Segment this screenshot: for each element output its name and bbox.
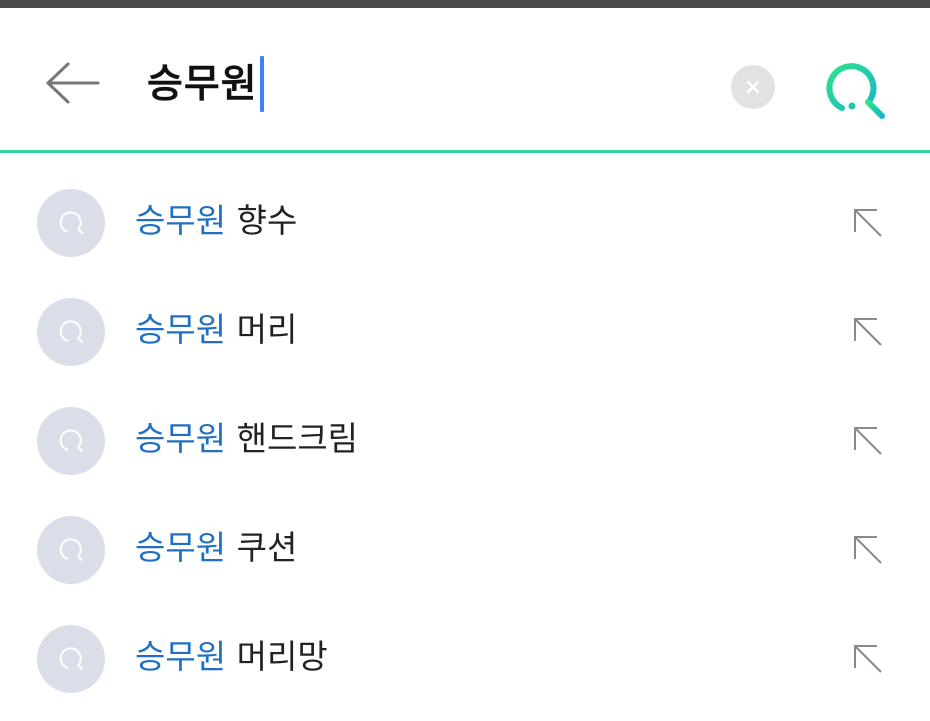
arrow-left-icon xyxy=(46,62,100,104)
suggestion-item[interactable]: 승무원 핸드크림 xyxy=(0,386,930,495)
suggestion-rest-text: 쿠션 xyxy=(236,528,298,567)
arrow-up-left-icon[interactable] xyxy=(845,200,891,246)
arrow-up-left-icon[interactable] xyxy=(845,309,891,355)
search-history-icon xyxy=(37,298,105,366)
suggestion-rest-text: 머리 xyxy=(236,310,298,349)
search-history-icon xyxy=(37,189,105,257)
suggestion-item[interactable]: 승무원 쿠션 xyxy=(0,495,930,604)
arrow-up-left-icon[interactable] xyxy=(845,527,891,573)
header-divider xyxy=(0,150,930,153)
suggestion-label: 승무원 향수 xyxy=(135,198,297,244)
suggestion-label: 승무원 핸드크림 xyxy=(135,416,358,462)
back-button[interactable] xyxy=(38,58,104,108)
arrow-up-left-icon[interactable] xyxy=(845,636,891,682)
search-screen: 승무원 승무원 향수 승무원 머리 승무원 핸드크림 승무원 쿠션 승무원 머리… xyxy=(0,0,930,721)
suggestion-match-text: 승무원 xyxy=(135,637,227,676)
arrow-up-left-icon[interactable] xyxy=(845,418,891,464)
suggestion-item[interactable]: 승무원 향수 xyxy=(0,168,930,277)
suggestion-rest-text: 향수 xyxy=(236,201,298,240)
status-bar xyxy=(0,0,930,8)
suggestion-match-text: 승무원 xyxy=(135,310,227,349)
suggestion-rest-text: 머리망 xyxy=(236,637,328,676)
search-history-icon xyxy=(37,516,105,584)
suggestion-label: 승무원 머리망 xyxy=(135,634,328,680)
suggestion-list: 승무원 향수 승무원 머리 승무원 핸드크림 승무원 쿠션 승무원 머리망 xyxy=(0,168,930,713)
suggestion-rest-text: 핸드크림 xyxy=(236,419,359,458)
suggestion-match-text: 승무원 xyxy=(135,419,227,458)
text-cursor xyxy=(259,56,264,112)
suggestion-item[interactable]: 승무원 머리 xyxy=(0,277,930,386)
close-icon xyxy=(746,80,760,94)
search-icon xyxy=(826,63,885,119)
search-history-icon xyxy=(37,625,105,693)
suggestion-match-text: 승무원 xyxy=(135,201,227,240)
search-header: 승무원 xyxy=(0,8,930,151)
suggestion-label: 승무원 쿠션 xyxy=(135,525,297,571)
suggestion-match-text: 승무원 xyxy=(135,528,227,567)
suggestion-label: 승무원 머리 xyxy=(135,307,297,353)
search-button[interactable] xyxy=(818,52,890,124)
clear-button[interactable] xyxy=(731,65,775,109)
search-query-text: 승무원 xyxy=(147,61,258,107)
search-input[interactable]: 승무원 xyxy=(147,54,264,114)
search-history-icon xyxy=(37,407,105,475)
suggestion-item[interactable]: 승무원 머리망 xyxy=(0,604,930,713)
